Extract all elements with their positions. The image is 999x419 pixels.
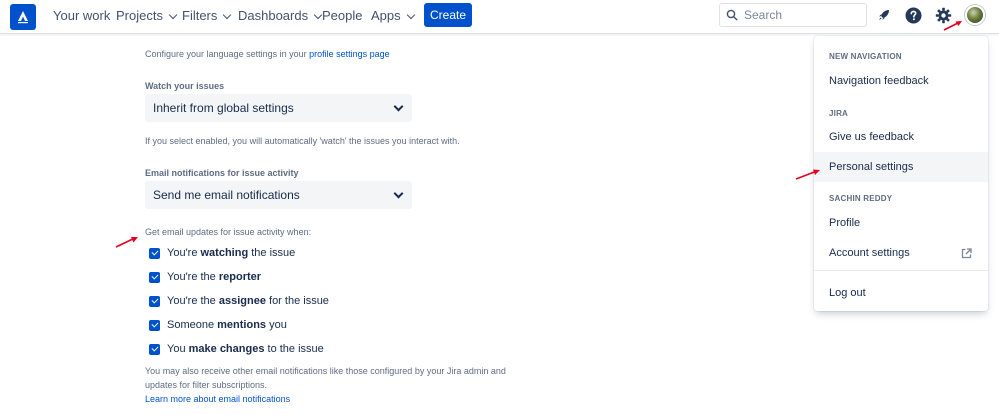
label-text: the issue xyxy=(248,247,296,259)
chevron-down-icon xyxy=(393,188,404,198)
menu-section-heading: JIRA xyxy=(829,109,849,118)
menu-item-account-settings[interactable]: Account settings xyxy=(814,239,988,267)
label-emphasis: make changes xyxy=(188,343,265,355)
menu-item-profile[interactable]: Profile xyxy=(814,209,988,237)
label-emphasis: assignee xyxy=(218,295,266,307)
label-text: You're the xyxy=(167,271,219,283)
menu-item-personal-settings[interactable]: Personal settings xyxy=(814,152,988,182)
language-hint: Configure your language settings in your… xyxy=(145,49,390,59)
checkbox-row-watching[interactable]: You're watching the issue xyxy=(149,241,329,265)
menu-divider xyxy=(814,270,988,271)
checkbox-label: Someone mentions you xyxy=(167,319,287,331)
search-input[interactable] xyxy=(744,8,854,22)
checkbox-checked[interactable] xyxy=(149,271,160,283)
watch-issues-value: Inherit from global settings xyxy=(153,101,294,115)
annotation-arrow-icon xyxy=(795,169,820,180)
nav-dashboards-label: Dashboards xyxy=(238,8,309,23)
email-notifications-label: Email notifications for issue activity xyxy=(145,168,299,178)
label-text: you xyxy=(266,319,287,331)
checkbox-row-changes[interactable]: You make changes to the issue xyxy=(149,337,329,361)
help-icon[interactable] xyxy=(904,6,922,24)
chevron-down-icon xyxy=(393,101,404,111)
annotation-arrow-icon xyxy=(115,237,138,248)
menu-item-navigation-feedback[interactable]: Navigation feedback xyxy=(814,67,988,95)
watch-issues-select[interactable]: Inherit from global settings xyxy=(145,94,412,122)
chevron-down-icon xyxy=(168,10,178,20)
activity-checkbox-list: You're watching the issue You're the rep… xyxy=(149,241,329,361)
nav-projects[interactable]: Projects xyxy=(116,8,178,23)
watch-issues-label: Watch your issues xyxy=(145,81,225,91)
checkbox-label: You make changes to the issue xyxy=(167,343,324,355)
menu-item-give-feedback[interactable]: Give us feedback xyxy=(814,123,988,151)
label-text: to the issue xyxy=(264,343,324,355)
label-text: Someone xyxy=(167,319,218,331)
chevron-down-icon xyxy=(223,10,232,20)
label-text: for the issue xyxy=(265,295,329,307)
search-icon xyxy=(726,9,738,21)
checkbox-checked[interactable] xyxy=(149,295,160,307)
nav-filters-label: Filters xyxy=(182,8,218,23)
search-box[interactable] xyxy=(719,3,867,27)
email-notifications-value: Send me email notifications xyxy=(153,188,300,202)
nav-apps[interactable]: Apps xyxy=(371,8,415,23)
label-emphasis: mentions xyxy=(217,319,267,331)
chevron-down-icon xyxy=(406,10,415,20)
footer-hint-line: updates for filter subscriptions. xyxy=(145,380,268,390)
profile-settings-link[interactable]: profile settings page xyxy=(309,49,390,59)
nav-your-work[interactable]: Your work xyxy=(53,8,110,23)
create-button[interactable]: Create xyxy=(424,3,472,27)
email-updates-hint: Get email updates for issue activity whe… xyxy=(145,227,312,237)
label-text: You xyxy=(167,343,189,355)
menu-section-heading: NEW NAVIGATION xyxy=(829,52,902,61)
email-notifications-select[interactable]: Send me email notifications xyxy=(145,181,412,209)
footer-hint: You may also receive other email notific… xyxy=(145,364,506,406)
top-navigation: Your work Projects Filters Dashboards Pe… xyxy=(0,0,999,34)
language-hint-text: Configure your language settings in your xyxy=(145,49,310,59)
checkbox-checked[interactable] xyxy=(149,319,160,331)
nav-dashboards[interactable]: Dashboards xyxy=(238,8,323,23)
nav-apps-label: Apps xyxy=(371,8,401,23)
menu-item-log-out[interactable]: Log out xyxy=(814,279,988,307)
label-emphasis: reporter xyxy=(218,271,262,283)
checkbox-row-reporter[interactable]: You're the reporter xyxy=(149,265,329,289)
annotation-arrow-icon xyxy=(943,21,962,31)
footer-hint-line: You may also receive other email notific… xyxy=(145,366,506,376)
atlassian-logo-icon[interactable] xyxy=(10,4,36,30)
nav-people[interactable]: People xyxy=(322,8,362,23)
watch-issues-hint: If you select enabled, you will automati… xyxy=(145,136,460,146)
learn-more-link[interactable]: Learn more about email notifications xyxy=(145,392,506,406)
label-emphasis: watching xyxy=(200,247,249,259)
label-text: You're xyxy=(167,247,201,259)
nav-projects-label: Projects xyxy=(116,8,163,23)
checkbox-row-assignee[interactable]: You're the assignee for the issue xyxy=(149,289,329,313)
checkbox-label: You're the assignee for the issue xyxy=(167,295,329,307)
menu-item-label: Account settings xyxy=(829,247,910,259)
profile-dropdown-menu: NEW NAVIGATION Navigation feedback JIRA … xyxy=(814,36,988,311)
avatar[interactable] xyxy=(965,5,985,25)
checkbox-label: You're the reporter xyxy=(167,271,261,283)
checkbox-label: You're watching the issue xyxy=(167,247,295,259)
rocket-icon[interactable] xyxy=(875,6,893,24)
checkbox-checked[interactable] xyxy=(149,343,160,355)
checkbox-checked[interactable] xyxy=(149,247,160,259)
menu-section-heading: SACHIN REDDY xyxy=(829,194,893,203)
external-link-icon xyxy=(961,248,972,259)
checkbox-row-mentions[interactable]: Someone mentions you xyxy=(149,313,329,337)
nav-filters[interactable]: Filters xyxy=(182,8,232,23)
label-text: You're the xyxy=(167,295,219,307)
